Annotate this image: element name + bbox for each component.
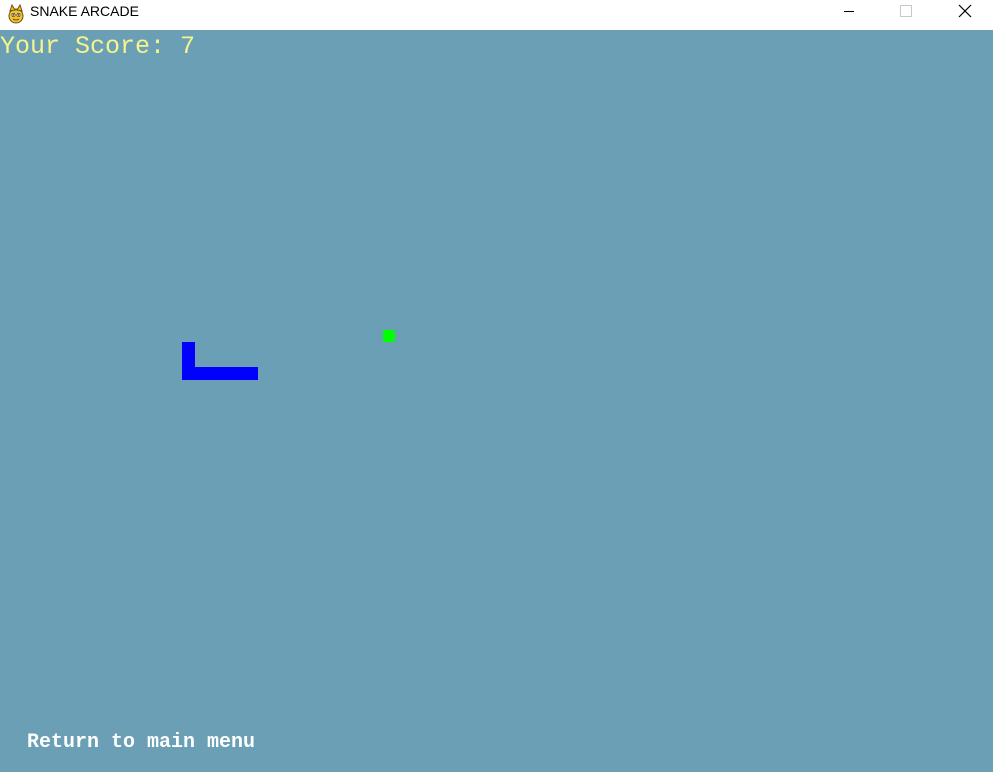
maximize-button[interactable]	[883, 0, 929, 24]
title-bar[interactable]: SNAKE ARCADE	[0, 0, 993, 30]
food-pellet	[383, 330, 395, 342]
score-display: Your Score: 7	[0, 32, 196, 61]
snake-body-segment	[182, 367, 258, 380]
close-button[interactable]	[942, 0, 988, 24]
return-to-main-menu-button[interactable]: Return to main menu	[27, 730, 255, 756]
close-icon	[958, 4, 972, 21]
window-title: SNAKE ARCADE	[30, 3, 139, 19]
game-canvas[interactable]: Your Score: 7 Return to main menu	[0, 30, 993, 772]
minimize-button[interactable]	[826, 0, 872, 24]
minimize-icon	[843, 4, 855, 20]
maximize-icon	[900, 4, 912, 20]
game-window: SNAKE ARCADE Your Score: 7 Return to mai…	[0, 0, 993, 772]
app-icon	[7, 3, 25, 24]
snake-head-segment	[182, 342, 195, 368]
